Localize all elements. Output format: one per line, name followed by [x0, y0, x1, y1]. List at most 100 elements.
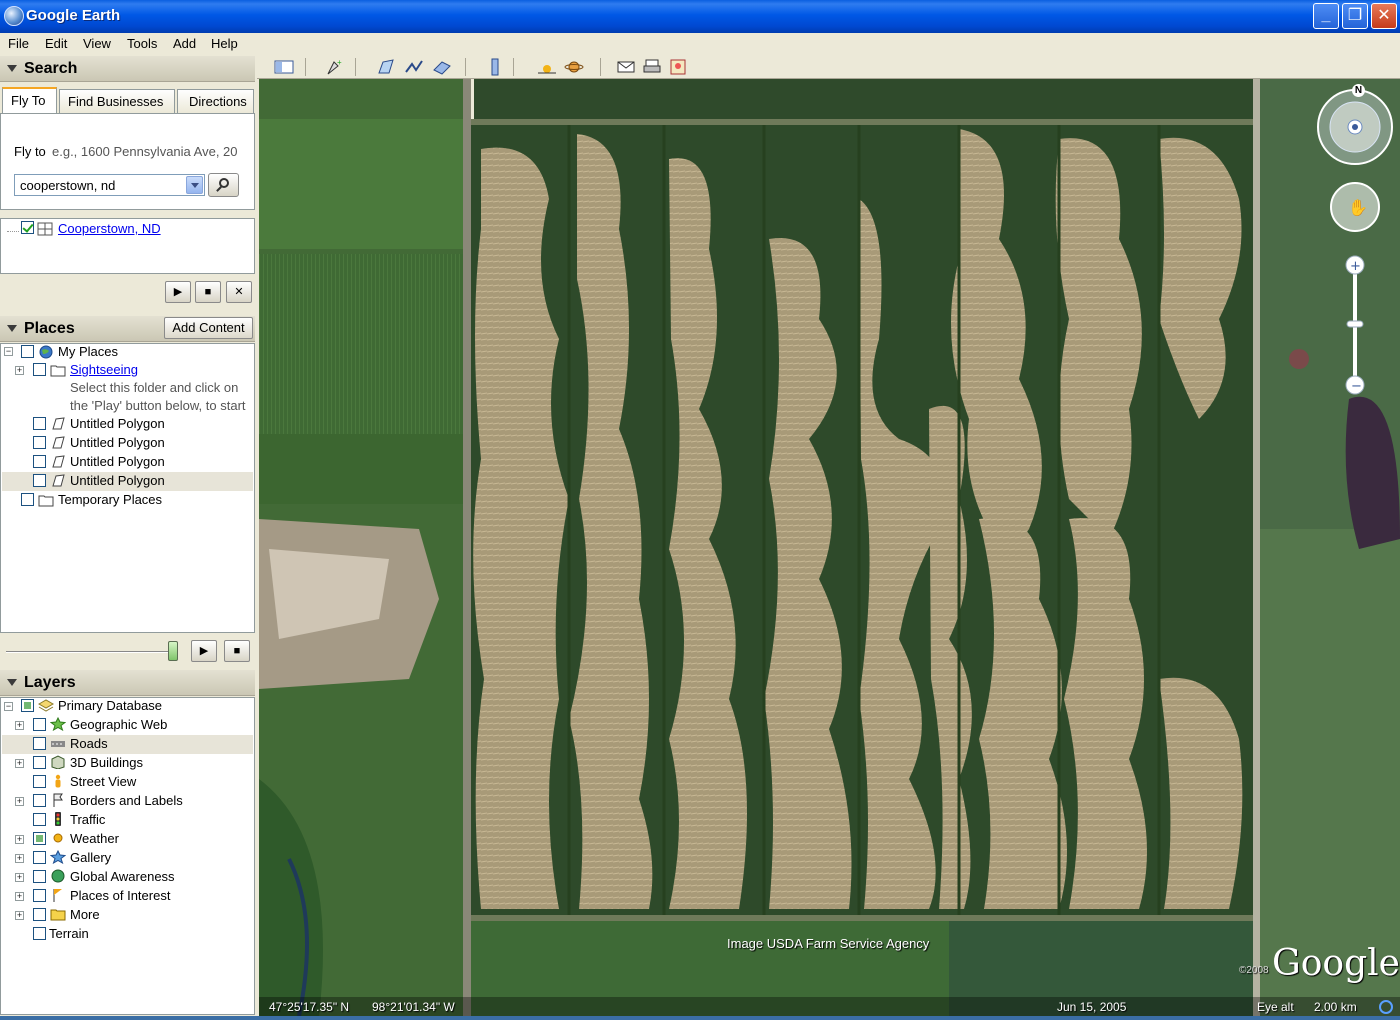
look-joystick[interactable] [1317, 89, 1393, 165]
ruler-icon[interactable] [485, 58, 505, 76]
search-input[interactable]: cooperstown, nd [14, 174, 205, 196]
weather-checkbox[interactable] [33, 832, 46, 845]
layers-panel-header[interactable]: Layers [0, 670, 255, 696]
polygon-label[interactable]: Untitled Polygon [70, 416, 165, 435]
clear-results-button[interactable]: ✕ [226, 281, 252, 303]
layer-borders-labels[interactable]: Borders and Labels [70, 793, 183, 812]
tour-speed-slider-thumb[interactable] [168, 641, 178, 661]
search-button[interactable] [208, 173, 239, 197]
dropdown-arrow-icon[interactable] [186, 176, 203, 194]
polygon-label[interactable]: Untitled Polygon [70, 473, 165, 492]
eye-alt-value: 2.00 km [1314, 1000, 1357, 1014]
expand-gallery[interactable]: + [15, 854, 24, 863]
layer-places-of-interest[interactable]: Places of Interest [70, 888, 170, 907]
print-icon[interactable] [642, 58, 662, 76]
layer-more[interactable]: More [70, 907, 100, 926]
layer-3d-buildings[interactable]: 3D Buildings [70, 755, 143, 774]
north-indicator[interactable]: N [1352, 84, 1365, 97]
add-polygon-icon[interactable] [377, 58, 397, 76]
expand-3d-buildings[interactable]: + [15, 759, 24, 768]
minimize-button[interactable]: _ [1313, 3, 1339, 29]
primary-database-checkbox[interactable] [21, 699, 34, 712]
expand-weather[interactable]: + [15, 835, 24, 844]
borders-labels-checkbox[interactable] [33, 794, 46, 807]
expand-places-of-interest[interactable]: + [15, 892, 24, 901]
play-places-button[interactable]: ▶ [191, 640, 217, 662]
menu-help[interactable]: Help [211, 36, 238, 51]
layer-gallery[interactable]: Gallery [70, 850, 111, 869]
layer-terrain[interactable]: Terrain [49, 926, 89, 945]
add-placemark-icon[interactable]: + [324, 58, 344, 76]
3d-buildings-checkbox[interactable] [33, 756, 46, 769]
layer-street-view[interactable]: Street View [70, 774, 136, 793]
expand-sightseeing[interactable]: + [15, 366, 24, 375]
polygon-checkbox[interactable] [33, 417, 46, 430]
tab-fly-to[interactable]: Fly To [2, 87, 57, 113]
layer-roads[interactable]: Roads [70, 736, 108, 755]
layer-weather[interactable]: Weather [70, 831, 119, 850]
menu-edit[interactable]: Edit [45, 36, 67, 51]
view-in-maps-icon[interactable] [668, 58, 688, 76]
geographic-web-checkbox[interactable] [33, 718, 46, 731]
global-awareness-checkbox[interactable] [33, 870, 46, 883]
result-checkbox[interactable] [21, 221, 34, 234]
fly-to-panel: Fly to e.g., 1600 Pennsylvania Ave, 20 c… [0, 113, 255, 210]
polygon-checkbox[interactable] [33, 455, 46, 468]
sightseeing-checkbox[interactable] [33, 363, 46, 376]
planet-icon[interactable] [564, 58, 584, 76]
zoom-slider[interactable]: + − [1345, 255, 1365, 395]
email-icon[interactable] [616, 58, 636, 76]
image-overlay-icon[interactable] [432, 58, 452, 76]
search-panel-header[interactable]: Search [0, 56, 255, 82]
temporary-places-checkbox[interactable] [21, 493, 34, 506]
tour-speed-slider[interactable] [6, 651, 172, 653]
polygon-label[interactable]: Untitled Polygon [70, 454, 165, 473]
map-view[interactable]: ✋ + − N Image USDA Farm Service Agency ©… [259, 79, 1400, 1016]
my-places-checkbox[interactable] [21, 345, 34, 358]
tab-directions[interactable]: Directions [177, 89, 254, 113]
building-icon [51, 755, 65, 769]
expand-global-awareness[interactable]: + [15, 873, 24, 882]
terrain-checkbox[interactable] [33, 927, 46, 940]
play-tour-button[interactable]: ▶ [165, 281, 191, 303]
add-content-button[interactable]: Add Content [164, 317, 253, 339]
globe-icon [51, 869, 65, 883]
sightseeing-link[interactable]: Sightseeing [70, 362, 138, 381]
layer-geographic-web[interactable]: Geographic Web [70, 717, 167, 736]
polygon-checkbox[interactable] [33, 474, 46, 487]
places-of-interest-checkbox[interactable] [33, 889, 46, 902]
stop-places-button[interactable]: ■ [224, 640, 250, 662]
sunlight-icon[interactable] [537, 58, 557, 76]
traffic-checkbox[interactable] [33, 813, 46, 826]
layer-primary-database[interactable]: Primary Database [58, 698, 162, 717]
gallery-checkbox[interactable] [33, 851, 46, 864]
more-checkbox[interactable] [33, 908, 46, 921]
satellite-imagery[interactable] [259, 79, 1400, 1016]
expand-more[interactable]: + [15, 911, 24, 920]
menu-add[interactable]: Add [173, 36, 196, 51]
roads-checkbox[interactable] [33, 737, 46, 750]
close-button[interactable]: ✕ [1371, 3, 1397, 29]
expand-borders-labels[interactable]: + [15, 797, 24, 806]
polygon-checkbox[interactable] [33, 436, 46, 449]
maximize-button[interactable]: ❐ [1342, 3, 1368, 29]
layer-global-awareness[interactable]: Global Awareness [70, 869, 175, 888]
add-path-icon[interactable] [404, 58, 424, 76]
menu-view[interactable]: View [83, 36, 111, 51]
street-view-checkbox[interactable] [33, 775, 46, 788]
temporary-places-label[interactable]: Temporary Places [58, 492, 162, 511]
menu-tools[interactable]: Tools [127, 36, 157, 51]
my-places-label[interactable]: My Places [58, 344, 118, 363]
menu-file[interactable]: File [8, 36, 29, 51]
tab-find-businesses[interactable]: Find Businesses [59, 89, 175, 113]
toggle-sidebar-icon[interactable] [274, 58, 294, 76]
layer-traffic[interactable]: Traffic [70, 812, 105, 831]
expand-geographic-web[interactable]: + [15, 721, 24, 730]
move-joystick[interactable]: ✋ [1330, 182, 1380, 232]
expand-my-places[interactable]: − [4, 347, 13, 356]
polygon-label[interactable]: Untitled Polygon [70, 435, 165, 454]
pegman-icon [55, 774, 61, 788]
result-cooperstown-link[interactable]: Cooperstown, ND [58, 221, 161, 240]
stop-tour-button[interactable]: ■ [195, 281, 221, 303]
expand-primary-database[interactable]: − [4, 702, 13, 711]
